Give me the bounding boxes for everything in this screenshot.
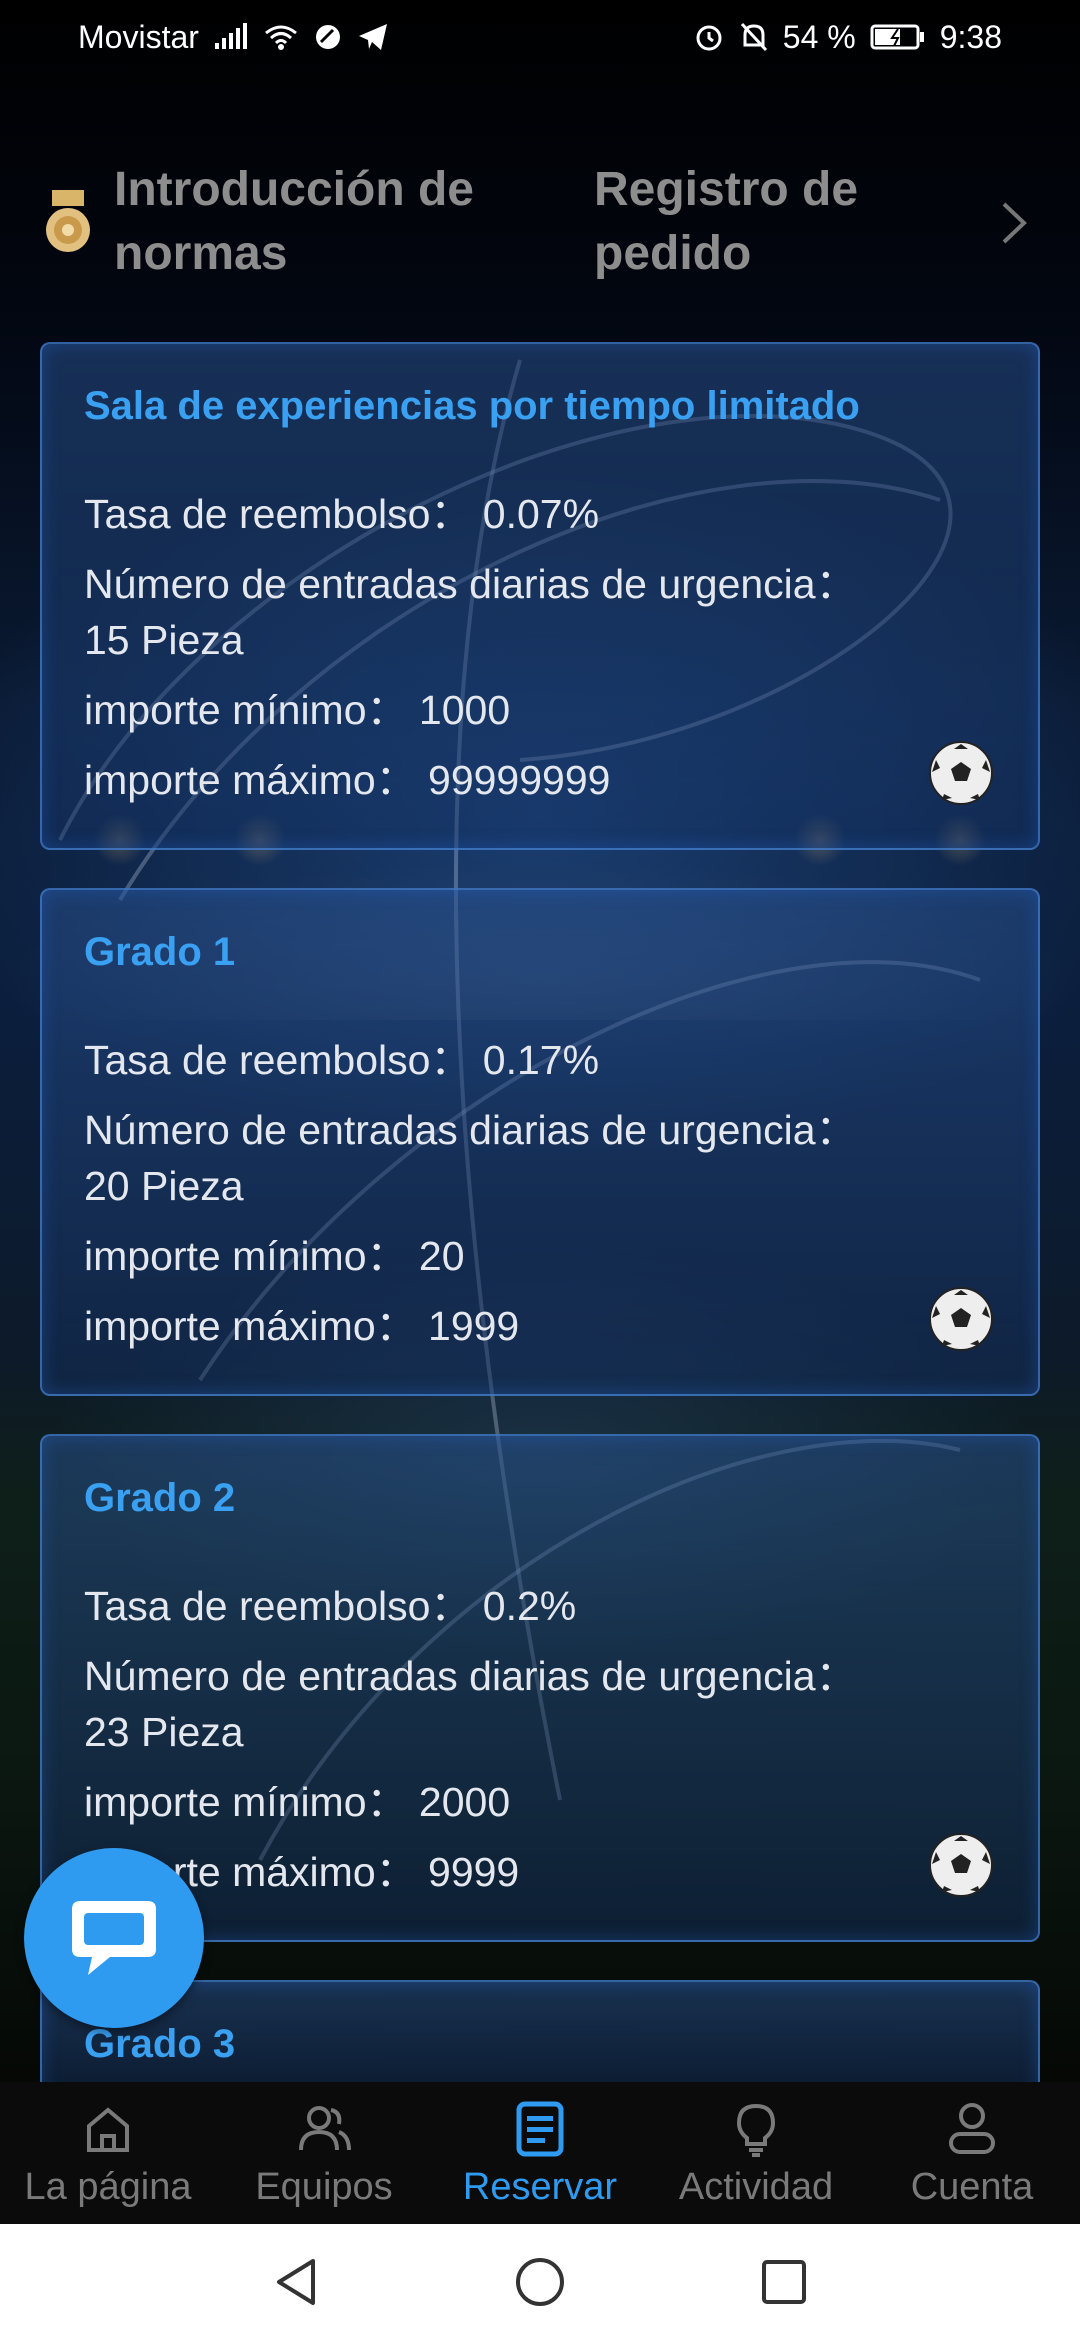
level-card[interactable]: Sala de experiencias por tiempo limitado… [40,342,1040,850]
refund-rate: Tasa de reembolso： 0.2% [84,1583,577,1629]
lightbulb-icon [736,2103,776,2157]
card-title: Grado 2 [84,1476,236,1520]
card-title: Sala de experiencias por tiempo limitado [84,384,860,428]
minimum-amount: importe mínimo： 2000 [84,1779,511,1825]
nav-teams[interactable]: Equipos [216,2082,432,2224]
clock: 9:38 [939,18,1002,55]
nav-reserve-label: Reservar [462,2166,618,2208]
soccer-ball-icon [929,741,993,805]
minimum-amount: importe mínimo： 20 [84,1233,465,1279]
daily-entries-label: Número de entradas diarias de urgencia： [84,1653,857,1699]
wifi-icon [263,23,299,51]
recents-square-icon[interactable] [757,2255,811,2309]
carrier-label: Movistar [78,18,199,55]
nav-account-label: Cuenta [910,2166,1034,2208]
mute-bell-icon [739,21,769,53]
chat-bubble-icon [72,1901,156,1975]
rules-header: Introducción de normas Registro de pedid… [0,150,1080,300]
reserve-icon [516,2101,564,2157]
minimum-amount: importe mínimo： 1000 [84,687,511,733]
daily-entries-label: Número de entradas diarias de urgencia： [84,561,857,607]
tab-rules-introduction[interactable]: Introducción de normas [114,158,534,286]
daily-entries-value: 20 Pieza [84,1163,244,1209]
maximum-amount: importe máximo： 99999999 [84,757,611,803]
team-icon [299,2106,351,2151]
alarm-icon [693,21,725,53]
level-card[interactable]: Grado 1 Tasa de reembolso： 0.17% Número … [40,888,1040,1396]
card-title: Grado 1 [84,930,236,974]
nav-account[interactable]: Cuenta [864,2082,1080,2224]
soccer-ball-icon [929,1287,993,1351]
account-icon [949,2103,995,2154]
nav-reserve[interactable]: Reservar [432,2082,648,2224]
data-saver-icon [313,22,343,52]
soccer-ball-icon [929,1833,993,1897]
home-circle-icon[interactable] [513,2255,567,2309]
chat-support-button[interactable] [24,1848,204,2028]
bottom-navigation: La página Equipos Reservar Actividad Cue… [0,2082,1080,2224]
tab-order-history[interactable]: Registro de pedido [594,158,954,286]
status-bar: Movistar 54 % 9:38 [0,0,1080,74]
nav-activity-label: Actividad [678,2166,834,2208]
refund-rate: Tasa de reembolso： 0.17% [84,1037,600,1083]
maximum-amount: importe máximo： 1999 [84,1303,520,1349]
home-icon [87,2107,129,2152]
battery-icon [870,23,926,51]
signal-icon [213,23,249,51]
card-title: Grado 3 [84,2022,236,2066]
telegram-icon [357,22,389,52]
level-card[interactable]: Grado 2 Tasa de reembolso： 0.2% Número d… [40,1434,1040,1942]
refund-rate: Tasa de reembolso： 0.07% [84,491,600,537]
nav-home-label: La página [24,2166,192,2208]
chevron-right-icon[interactable] [996,198,1032,248]
medal-icon [46,190,90,252]
daily-entries-value: 15 Pieza [84,617,244,663]
back-icon[interactable] [269,2255,323,2309]
nav-activity[interactable]: Actividad [648,2082,864,2224]
nav-home[interactable]: La página [0,2082,216,2224]
nav-teams-label: Equipos [255,2166,393,2208]
system-navigation-bar [0,2224,1080,2340]
daily-entries-value: 23 Pieza [84,1709,244,1755]
battery-percent: 54 % [782,18,856,55]
daily-entries-label: Número de entradas diarias de urgencia： [84,1107,857,1153]
